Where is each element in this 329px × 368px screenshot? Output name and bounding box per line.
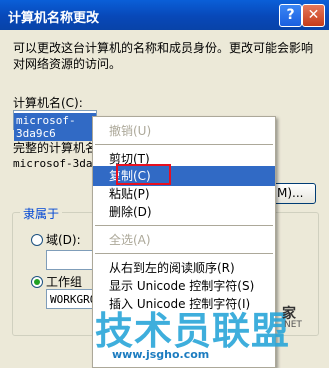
domain-label: 域(D):: [46, 233, 81, 247]
computer-name-value: microsof-3da9c6: [14, 113, 96, 141]
workgroup-label: 工作组: [46, 275, 83, 289]
menu-item-paste[interactable]: 粘贴(P): [93, 184, 275, 204]
more-button-label: M)...: [277, 186, 304, 200]
menu-item-undo[interactable]: 撤销(U): [93, 121, 275, 141]
menu-item-select-all[interactable]: 全选(A): [93, 230, 275, 250]
menu-item-show-unicode[interactable]: 显示 Unicode 控制字符(S): [93, 276, 275, 296]
menu-item-delete[interactable]: 删除(D): [93, 202, 275, 222]
watermark-side-en: NET: [284, 320, 302, 330]
menu-separator: [95, 144, 273, 145]
close-icon: ✕: [307, 7, 320, 23]
close-button[interactable]: ✕: [302, 4, 325, 27]
menu-separator: [95, 253, 273, 254]
workgroup-input[interactable]: WORKGRO: [46, 289, 96, 309]
domain-input[interactable]: [46, 250, 96, 270]
help-button[interactable]: ?: [279, 4, 302, 27]
full-name-value: microsof-3da9: [13, 157, 100, 170]
domain-radio[interactable]: [31, 234, 43, 246]
menu-item-rtl-reading[interactable]: 从右到左的阅读顺序(R): [93, 258, 275, 278]
copy-highlight-outline: [116, 164, 171, 185]
help-icon: ?: [286, 7, 295, 23]
computer-name-input[interactable]: microsof-3da9c6: [13, 110, 97, 141]
watermark-url: www.jsgho.com: [112, 348, 210, 361]
workgroup-radio[interactable]: [31, 276, 43, 288]
member-of-title: 隶属于: [20, 205, 63, 222]
computer-name-label: 计算机名(C):: [13, 96, 83, 110]
window-title: 计算机名称更改: [8, 11, 100, 26]
title-bar: 计算机名称更改 ? ✕: [0, 0, 329, 30]
menu-separator: [95, 225, 273, 226]
workgroup-value: WORKGRO: [50, 293, 97, 306]
watermark-text: 技术员联盟: [95, 309, 291, 353]
description-text: 可以更改这台计算机的名称和成员身份。更改可能会影响对网络资源的访问。: [13, 41, 314, 71]
